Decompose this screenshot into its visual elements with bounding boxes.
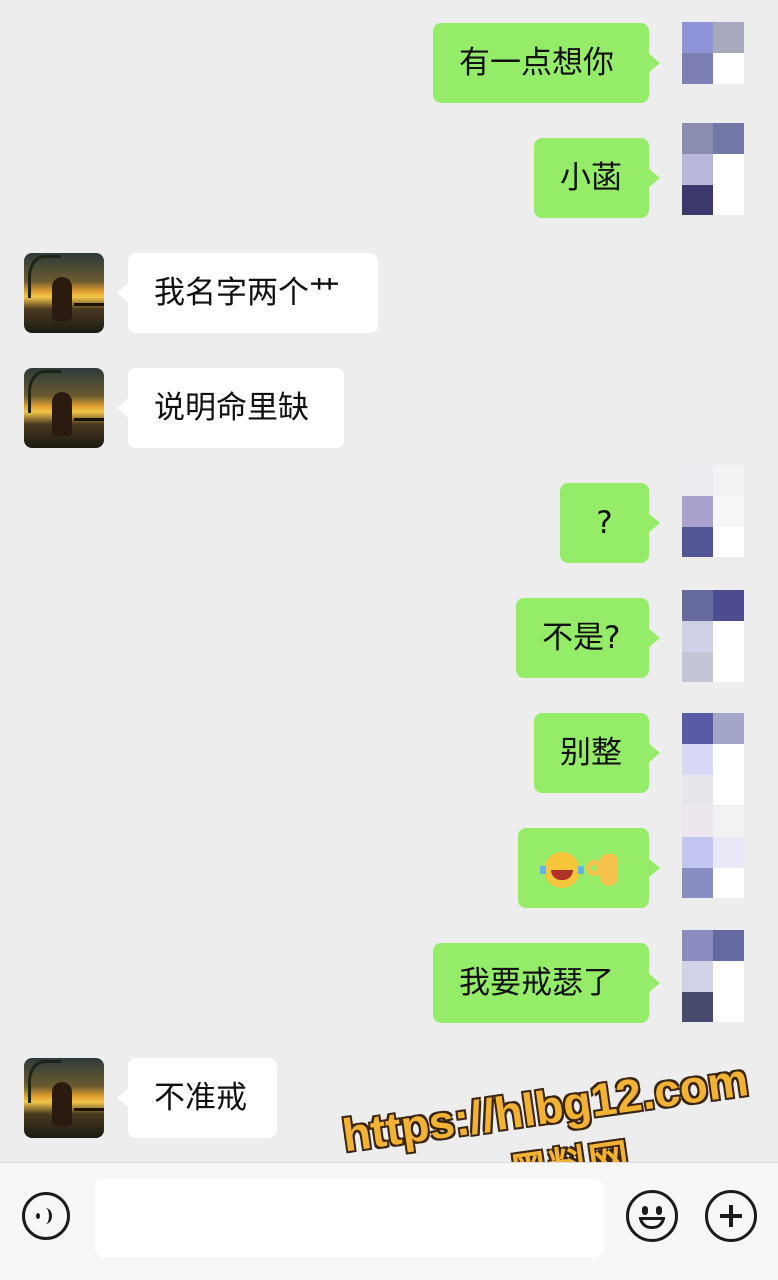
person-silhouette-icon [52, 1082, 72, 1126]
message-text: 我要戒瑟了 [459, 965, 614, 1001]
emoji-eye [642, 1206, 648, 1215]
avatar[interactable] [682, 713, 744, 805]
message-text: 小菡 [560, 160, 622, 196]
avatar[interactable] [682, 22, 744, 114]
message-bubble-sent[interactable]: 不是? [516, 598, 660, 678]
message-text: 有一点想你 [459, 45, 614, 81]
emoji-icon[interactable] [626, 1190, 678, 1242]
person-silhouette-icon [52, 277, 72, 321]
avatar[interactable] [682, 590, 744, 682]
avatar[interactable] [682, 930, 744, 1022]
railing [74, 418, 104, 421]
message-text: ? [596, 505, 613, 541]
voice-wave [39, 1208, 52, 1224]
message-bubble-received[interactable]: 说明命里缺 [117, 368, 344, 448]
person-silhouette-icon [52, 392, 72, 436]
message-bubble-sent[interactable]: 别整 [534, 713, 660, 793]
message-bubble-sent[interactable]: 我要戒瑟了 [433, 943, 660, 1023]
ok-hand-icon [584, 852, 620, 888]
message-text: 别整 [560, 735, 622, 771]
voice-icon[interactable] [22, 1192, 70, 1240]
chat-area: 有一点想你 小菡 我名字两个艹 说明命里缺 ? 不是? 别整 我要戒瑟了 不准戒… [0, 0, 778, 1197]
emoji-eye [656, 1206, 662, 1215]
avatar[interactable] [682, 465, 744, 557]
message-text: 不准戒 [154, 1080, 247, 1116]
message-text: 不是? [542, 620, 621, 656]
message-bubble-received[interactable]: 我名字两个艹 [117, 253, 378, 333]
avatar[interactable] [682, 806, 744, 898]
avatar[interactable] [24, 368, 104, 448]
railing [74, 303, 104, 306]
message-bubble-sent[interactable]: 有一点想你 [433, 23, 660, 103]
message-bubble-sent[interactable]: ? [560, 483, 660, 563]
message-bubble-sent[interactable]: 小菡 [534, 138, 660, 218]
message-input[interactable] [95, 1179, 603, 1257]
message-bubble-sent[interactable] [518, 828, 660, 908]
message-text: 说明命里缺 [154, 390, 309, 426]
plus-icon[interactable] [705, 1190, 757, 1242]
avatar[interactable] [24, 253, 104, 333]
avatar[interactable] [682, 123, 744, 215]
railing [74, 1108, 104, 1111]
message-bubble-received[interactable]: 不准戒 [117, 1058, 277, 1138]
emoji-mouth [639, 1217, 665, 1229]
avatar[interactable] [24, 1058, 104, 1138]
message-text: 我名字两个艹 [154, 275, 340, 311]
loudly-crying-face-icon [540, 851, 584, 888]
